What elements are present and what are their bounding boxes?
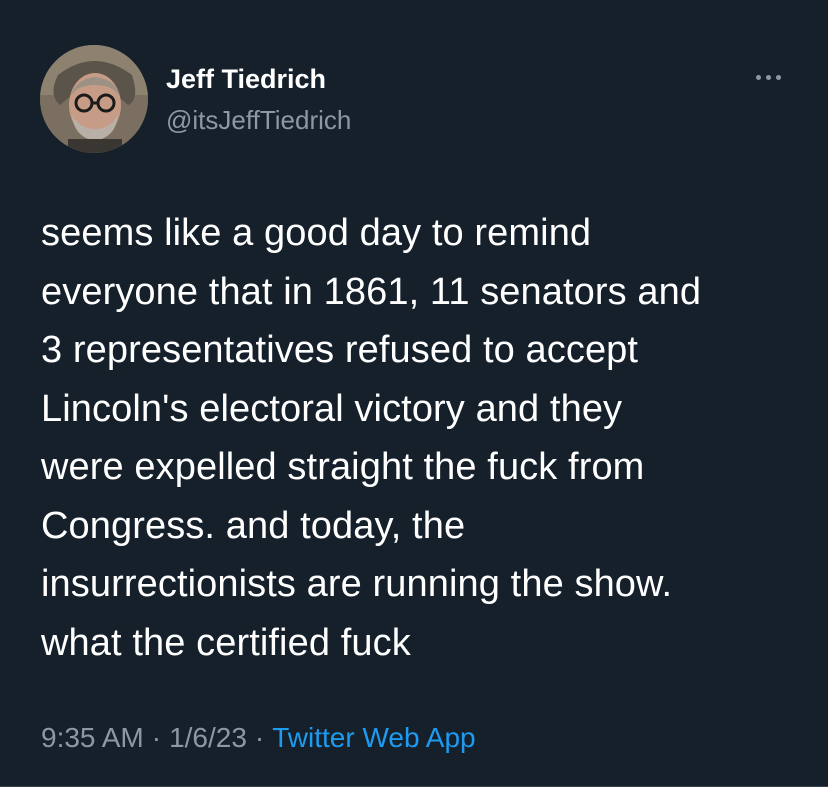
avatar[interactable]: [40, 45, 148, 153]
tweet-text: seems like a good day to remind everyone…: [41, 212, 702, 664]
more-horizontal-icon-dot: [775, 74, 781, 80]
tweet-date[interactable]: 1/6/23: [169, 722, 247, 753]
tweet-time[interactable]: 9:35 AM: [41, 722, 144, 753]
more-options-button[interactable]: [748, 62, 788, 92]
separator: ·: [151, 722, 162, 753]
author-handle[interactable]: @itsJeffTiedrich: [166, 104, 351, 136]
more-horizontal-icon-dot: [765, 74, 771, 80]
separator: ·: [254, 722, 265, 753]
tweet-metadata: 9:35 AM · 1/6/23 · Twitter Web App: [41, 718, 476, 758]
tweet-card: Jeff Tiedrich @itsJeffTiedrich seems lik…: [0, 0, 828, 787]
more-horizontal-icon: [755, 74, 761, 80]
avatar-photo: [40, 45, 148, 153]
tweet-source-link[interactable]: Twitter Web App: [272, 722, 475, 753]
author-display-name[interactable]: Jeff Tiedrich: [166, 63, 326, 95]
